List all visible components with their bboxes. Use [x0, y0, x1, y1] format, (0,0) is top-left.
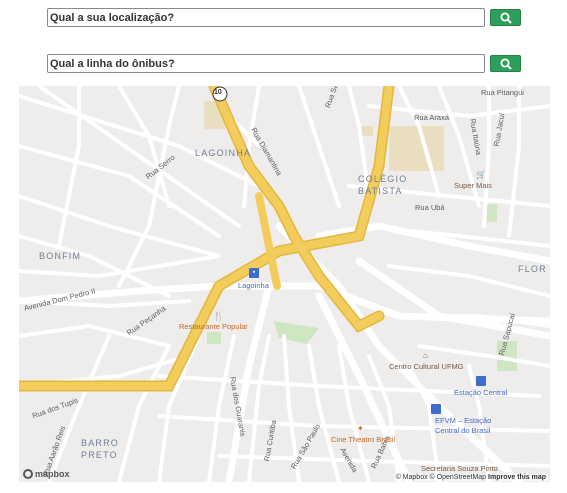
poi-label: Secretaria Souza Pinto — [421, 464, 498, 473]
poi-label: EFVM – Estação — [435, 416, 492, 425]
theatre-icon: ✦ — [357, 424, 364, 433]
district-label: BARRO — [81, 438, 120, 448]
train-station-icon — [476, 376, 486, 386]
search-icon — [500, 58, 512, 70]
district-label: PRETO — [81, 450, 118, 460]
district-label: LAGOINHA — [195, 148, 252, 158]
poi-label: Estação Central — [454, 388, 508, 397]
poi-label: Cine Theatro Brasil — [331, 435, 396, 444]
poi-label: Super Mais — [454, 181, 492, 190]
park-area — [389, 126, 444, 171]
bus-line-search-button[interactable] — [490, 55, 521, 72]
museum-icon: ⌂ — [423, 351, 428, 360]
train-station-icon: ▪ — [249, 268, 259, 278]
poi-label: Central do Brasil — [435, 426, 491, 435]
train-station-icon — [431, 404, 441, 414]
poi-label: Centro Cultural UFMG — [389, 362, 464, 371]
bus-line-search-input[interactable] — [47, 54, 485, 73]
street-label: Rua Araxá — [414, 113, 450, 122]
improve-map-link[interactable]: Improve this map — [488, 474, 546, 481]
shopping-cart-icon: 🛒 — [476, 170, 486, 179]
map-attribution: © Mapbox © OpenStreetMap Improve this ma… — [393, 474, 548, 481]
street-label: Rua Pitangui — [481, 88, 524, 97]
street-label: Rua Ubá — [415, 203, 445, 212]
park-area — [274, 321, 319, 344]
mapbox-attribution-link[interactable]: © Mapbox — [396, 474, 428, 481]
bus-line-search-row — [47, 54, 521, 73]
district-label: FLOR — [518, 264, 547, 274]
district-label: COLÉGIO — [358, 174, 408, 184]
district-label: BONFIM — [39, 251, 82, 261]
route-badge-label: 10 — [214, 89, 222, 96]
park-area — [207, 332, 221, 344]
restaurant-icon: 🍴 — [213, 311, 225, 321]
osm-attribution-link[interactable]: © OpenStreetMap — [430, 474, 487, 481]
location-search-row — [47, 8, 521, 27]
district-label: BATISTA — [358, 186, 403, 196]
mapbox-icon — [23, 469, 33, 479]
mapbox-logo[interactable]: mapbox — [23, 469, 70, 479]
poi-label: Restaurante Popular — [179, 322, 248, 331]
location-search-input[interactable] — [47, 8, 485, 27]
location-search-button[interactable] — [490, 9, 521, 26]
park-area — [487, 204, 497, 222]
poi-label: Lagoinha — [238, 281, 269, 290]
search-icon — [500, 12, 512, 24]
map-view[interactable]: 10 LAGOINHA COLÉGIO BATISTA BONFIM FLOR … — [19, 86, 550, 482]
